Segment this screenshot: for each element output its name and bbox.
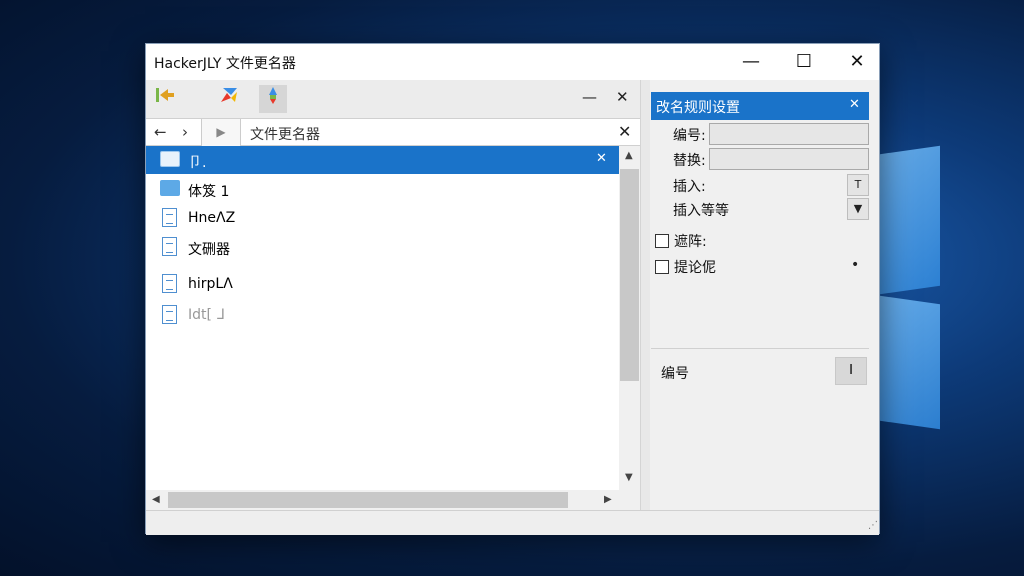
close-icon[interactable]: ✕ xyxy=(596,151,607,166)
desktop-logo-pane xyxy=(880,145,940,295)
replace-label: 替换: xyxy=(673,153,706,169)
document-icon xyxy=(162,274,177,293)
scroll-up-arrow[interactable]: ▲ xyxy=(625,150,633,161)
option1-checkbox[interactable] xyxy=(655,234,669,248)
window-title: HackerJLY 文件更名器 xyxy=(154,56,296,72)
file-name: hirpLΛ xyxy=(188,276,233,292)
file-name: Idt[ ᒧ xyxy=(188,307,225,323)
insert-dropdown-button[interactable]: T xyxy=(847,174,869,196)
close-button[interactable]: ✕ xyxy=(834,48,880,76)
insert-more-label: 插入等等 xyxy=(673,203,729,219)
colorful-shape-icon[interactable] xyxy=(215,85,243,113)
option1-label: 遮阵: xyxy=(674,234,707,250)
title-bar: HackerJLY 文件更名器 — ☐ ✕ xyxy=(146,44,879,80)
document-icon xyxy=(162,208,177,227)
number-section-label: 编号 xyxy=(661,366,689,382)
number-input[interactable] xyxy=(709,123,869,145)
rocket-icon[interactable] xyxy=(259,85,287,113)
folder-icon xyxy=(160,151,180,167)
file-name: 文硎器 xyxy=(188,242,230,258)
panel-minimize-button[interactable]: — xyxy=(582,88,597,106)
insert-more-dropdown-button[interactable]: ▼ xyxy=(847,198,869,220)
panel-divider[interactable] xyxy=(640,80,650,510)
scroll-right-arrow[interactable]: ▶ xyxy=(604,494,612,505)
toolbar: — ✕ xyxy=(146,80,640,118)
rules-title: 改名规则设置 xyxy=(656,100,740,116)
file-name: 卩. xyxy=(188,155,207,171)
panel-close-button[interactable]: ✕ xyxy=(616,88,629,106)
rules-header: 改名规则设置 ✕ xyxy=(651,92,869,120)
image-file-icon xyxy=(162,305,177,324)
address-bar: ← › ▶ 文件更名器 ✕ xyxy=(146,118,640,146)
desktop-logo-pane xyxy=(880,295,940,430)
list-item[interactable]: 卩. ✕ xyxy=(146,146,619,174)
scroll-left-arrow[interactable]: ◀ xyxy=(152,494,160,505)
list-item[interactable]: Idt[ ᒧ xyxy=(146,301,619,329)
file-list: 卩. ✕ 体笈 1 HneΛZ 文硎器 hirpLΛ Idt[ ᒧ xyxy=(146,146,619,490)
status-bar xyxy=(146,510,879,535)
insert-label: 插入: xyxy=(673,179,706,195)
option2-label: 提论伲 xyxy=(674,260,716,276)
play-button[interactable]: ▶ xyxy=(201,119,241,146)
list-item[interactable]: hirpLΛ xyxy=(146,270,619,298)
back-button[interactable]: ← xyxy=(154,123,167,141)
section-divider xyxy=(651,348,869,349)
document-icon xyxy=(162,237,177,256)
option2-checkbox[interactable] xyxy=(655,260,669,274)
number-label: 编号: xyxy=(673,128,706,144)
option2-indicator: • xyxy=(851,257,860,273)
scroll-down-arrow[interactable]: ▼ xyxy=(625,472,633,483)
resize-grip-icon[interactable]: ⋰ xyxy=(868,520,878,531)
minimize-button[interactable]: — xyxy=(728,48,774,76)
vertical-scroll-thumb[interactable] xyxy=(620,169,639,381)
file-name: HneΛZ xyxy=(188,210,236,226)
address-clear-button[interactable]: ✕ xyxy=(618,122,631,141)
number-section-button[interactable]: I xyxy=(835,357,867,385)
list-item[interactable]: 文硎器 xyxy=(146,233,619,261)
address-path[interactable]: 文件更名器 xyxy=(250,124,320,144)
maximize-button[interactable]: ☐ xyxy=(781,48,827,76)
rules-close-button[interactable]: ✕ xyxy=(849,97,860,112)
back-arrow-icon[interactable] xyxy=(151,85,179,113)
list-item[interactable]: 体笈 1 xyxy=(146,175,619,203)
folder-icon xyxy=(160,180,180,196)
horizontal-scroll-thumb[interactable] xyxy=(168,492,568,508)
list-item[interactable]: HneΛZ xyxy=(146,204,619,232)
replace-input[interactable] xyxy=(709,148,869,170)
file-name: 体笈 1 xyxy=(188,184,230,200)
rename-rules-panel: 改名规则设置 ✕ 编号: 替换: 插入: T 插入等等 ▼ 遮阵: 提论伲 • … xyxy=(651,92,869,512)
app-window: HackerJLY 文件更名器 — ☐ ✕ — ✕ ← › ▶ 文件更名器 ✕ … xyxy=(145,43,880,535)
forward-button[interactable]: › xyxy=(182,123,188,141)
